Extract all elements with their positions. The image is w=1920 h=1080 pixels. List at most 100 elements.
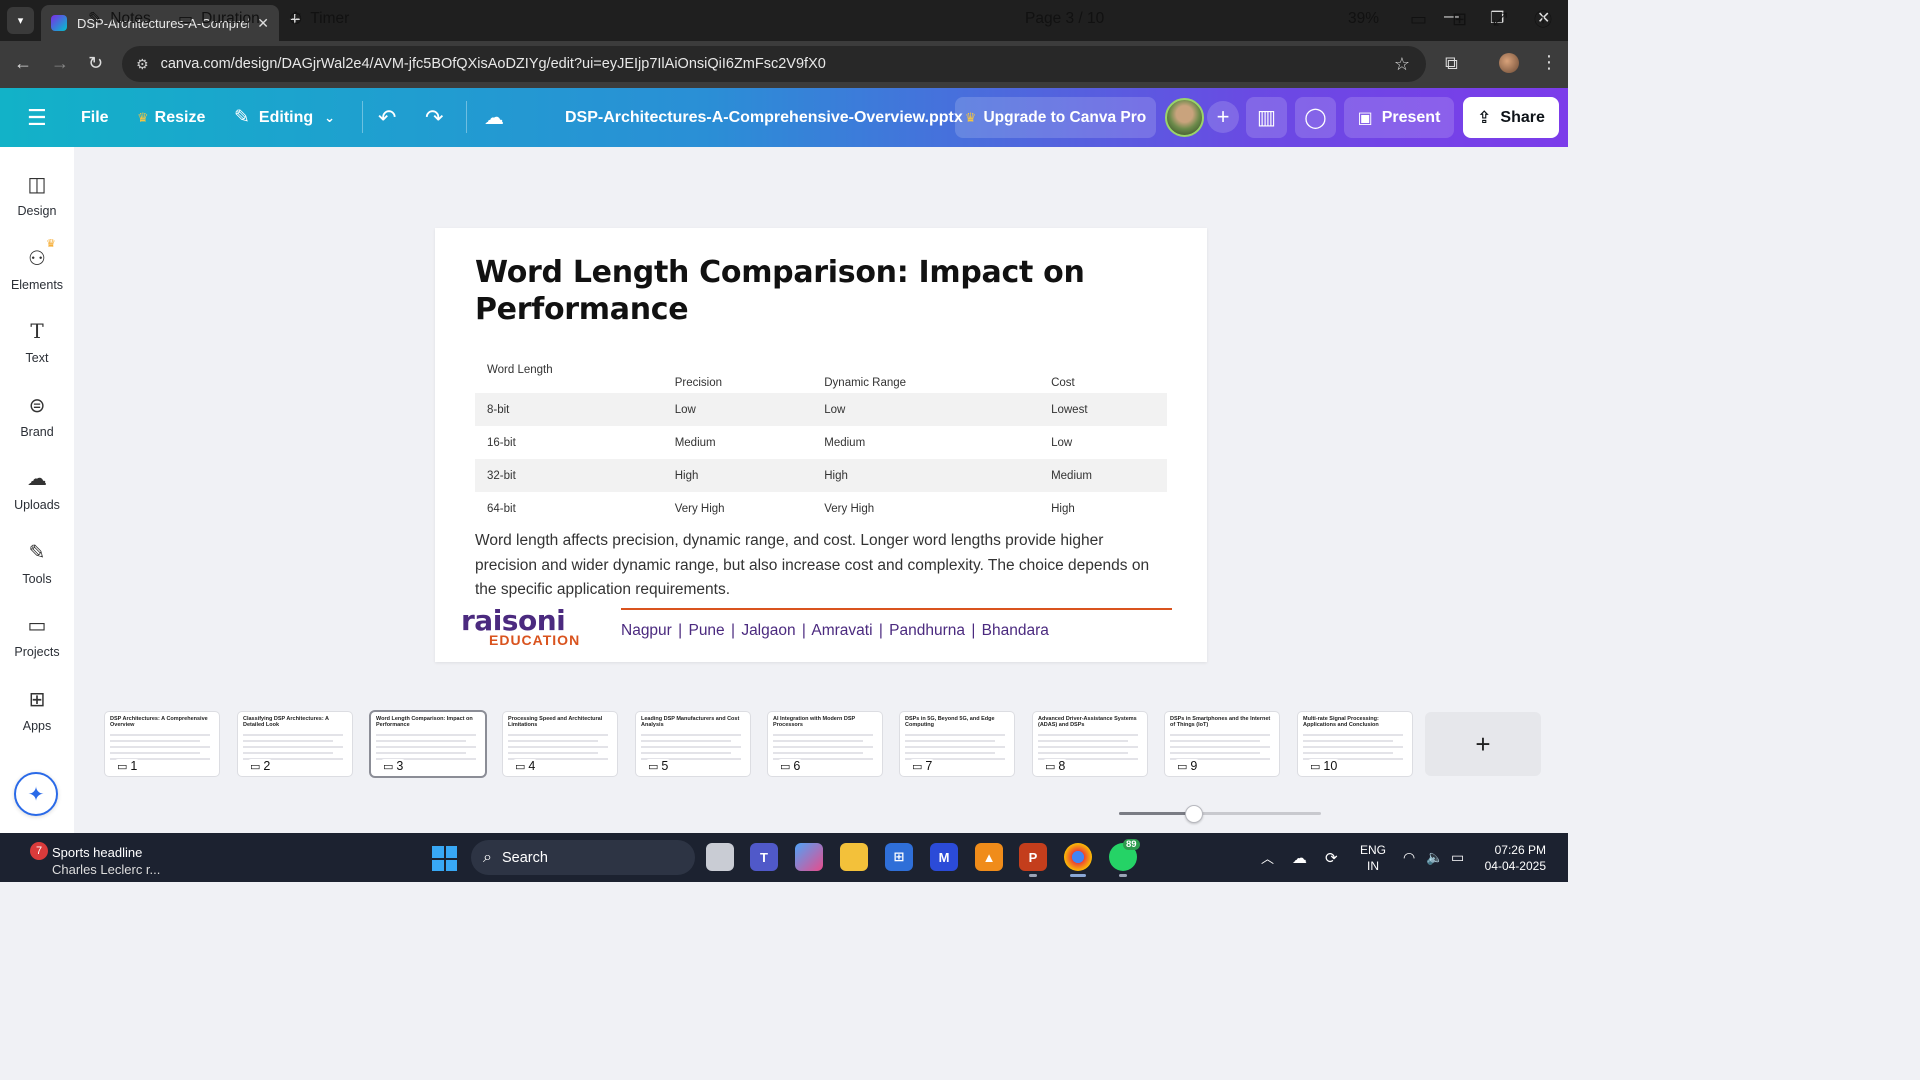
page-thumbnail[interactable]: Multi-rate Signal Processing: Applicatio… — [1298, 712, 1412, 776]
volume-icon[interactable]: 🔈 — [1426, 833, 1443, 882]
collaborator-avatar[interactable] — [1165, 98, 1204, 137]
zoom-slider[interactable] — [1119, 805, 1321, 823]
thumbnail-text-line — [905, 746, 1005, 748]
thumbnail-number-label: 3 — [396, 759, 404, 773]
tab-search-dropdown-icon[interactable]: ▾ — [7, 7, 34, 34]
sidebar-item-text[interactable]: T Text — [0, 318, 74, 378]
site-info-icon[interactable]: ⚙ — [136, 56, 149, 73]
present-button[interactable]: ▣ Present — [1344, 97, 1454, 138]
page-thumbnail[interactable]: DSP Architectures: A Comprehensive Overv… — [105, 712, 219, 776]
grid-view-icon[interactable]: ⊞ — [1452, 0, 1467, 38]
thumbnail-text-line — [508, 740, 598, 742]
task-view-icon[interactable] — [706, 843, 734, 871]
wifi-icon[interactable]: ◠ — [1403, 833, 1415, 882]
insights-chart-icon[interactable]: ▥ — [1246, 97, 1287, 138]
thumbnail-text-line — [905, 734, 1005, 736]
url-bar[interactable]: ⚙ canva.com/design/DAGjrWal2e4/AVM-jfc5B… — [122, 46, 1426, 82]
whatsapp-icon[interactable]: 89 — [1109, 839, 1140, 871]
vlc-icon[interactable]: ▲ — [975, 843, 1003, 871]
page-thumbnail[interactable]: AI Integration with Modern DSP Processor… — [768, 712, 882, 776]
news-subtext: Charles Leclerc r... — [52, 862, 161, 877]
table-cell: 32-bit — [487, 469, 516, 482]
back-icon[interactable]: ← — [14, 53, 32, 74]
clock[interactable]: 07:26 PM 04-04-2025 — [1484, 833, 1546, 882]
main-menu-icon[interactable]: ☰ — [27, 88, 47, 147]
undo-icon[interactable]: ↶ — [378, 88, 396, 147]
language-indicator[interactable]: ENG IN — [1360, 833, 1386, 882]
windows-start-icon[interactable] — [432, 846, 457, 871]
page-thumbnail[interactable]: DSPs in 5G, Beyond 5G, and Edge Computin… — [900, 712, 1014, 776]
timer-button[interactable]: ⏱ Timer — [289, 0, 349, 38]
duration-button[interactable]: ▭ Duration — [178, 0, 260, 38]
forward-icon[interactable]: → — [51, 53, 69, 74]
microsoft-store-icon[interactable]: ⊞ — [885, 843, 913, 871]
sidebar-item-elements[interactable]: ⚇ Elements — [0, 245, 74, 305]
pages-view-icon[interactable]: ▭ — [1410, 0, 1427, 38]
thumbnail-number: ▭ 10 — [1308, 759, 1340, 773]
add-page-button[interactable]: + — [1425, 712, 1541, 776]
page-thumbnail[interactable]: Leading DSP Manufacturers and Cost Analy… — [636, 712, 750, 776]
sync-icon[interactable]: ⟳ — [1325, 833, 1338, 882]
profile-avatar[interactable] — [1499, 53, 1519, 73]
magic-assistant-icon[interactable]: ✦ — [14, 772, 58, 816]
comment-icon[interactable]: ◯ — [1295, 97, 1336, 138]
page-indicator[interactable]: Page 3 / 10 — [1025, 0, 1104, 38]
footer-cities[interactable]: Nagpur | Pune | Jalgaon | Amravati | Pan… — [621, 622, 1049, 640]
reload-icon[interactable]: ↻ — [88, 53, 103, 74]
redo-icon[interactable]: ↷ — [425, 88, 443, 147]
zoom-slider-handle[interactable] — [1185, 805, 1203, 823]
sidebar-item-tools[interactable]: ✎ Tools — [0, 539, 74, 599]
share-button[interactable]: ⇪ Share — [1463, 97, 1559, 138]
bookmark-star-icon[interactable]: ☆ — [1394, 54, 1410, 75]
fullscreen-icon[interactable]: ⤢ — [1493, 0, 1507, 38]
document-title[interactable]: DSP-Architectures-A-Comprehensive-Overvi… — [565, 88, 963, 147]
table-header: Word Length — [487, 364, 553, 376]
sidebar-item-design[interactable]: ◫ Design — [0, 171, 74, 231]
file-explorer-icon[interactable] — [840, 843, 868, 871]
present-label: Present — [1381, 108, 1441, 126]
page-thumbnail[interactable]: Classifying DSP Architectures: A Detaile… — [238, 712, 352, 776]
sidebar-item-uploads[interactable]: ☁ Uploads — [0, 465, 74, 525]
page-thumbnail[interactable]: Advanced Driver-Assistance Systems (ADAS… — [1033, 712, 1147, 776]
extensions-icon[interactable]: ⧉ — [1445, 53, 1458, 74]
slide-canvas[interactable]: Word Length Comparison: Impact on Perfor… — [435, 228, 1207, 662]
taskbar-search[interactable]: ⌕ Search — [471, 840, 695, 875]
slide-title[interactable]: Word Length Comparison: Impact on Perfor… — [475, 254, 1115, 328]
editing-mode-button[interactable]: ✎ Editing ⌄ — [234, 88, 335, 147]
thumbnail-title: DSP Architectures: A Comprehensive Overv… — [110, 716, 208, 728]
tray-overflow-icon[interactable]: ︿ — [1261, 833, 1274, 882]
thumbnail-text-line — [110, 734, 210, 736]
duration-icon: ▭ — [178, 11, 194, 28]
chrome-icon[interactable] — [1064, 843, 1092, 871]
teams-icon[interactable]: T — [750, 843, 778, 871]
help-icon[interactable]: ⓘ — [1534, 0, 1552, 38]
thumbnail-number: ▭ 8 — [1043, 759, 1068, 773]
comparison-table[interactable]: Word Length Precision Dynamic Range Cost… — [475, 360, 1167, 525]
page-thumbnail[interactable]: Word Length Comparison: Impact on Perfor… — [371, 712, 485, 776]
sidebar-item-apps[interactable]: ⊞ Apps — [0, 686, 74, 746]
news-headline: Sports headline — [52, 845, 143, 860]
math-app-icon[interactable]: M — [930, 843, 958, 871]
slide-body-text[interactable]: Word length affects precision, dynamic r… — [475, 529, 1167, 603]
sidebar-item-label: Projects — [14, 645, 60, 659]
notes-button[interactable]: ✎ Notes — [88, 0, 151, 38]
resize-button[interactable]: ♛ Resize — [137, 88, 205, 147]
zoom-percentage[interactable]: 39% — [1348, 0, 1379, 38]
news-widget[interactable]: 7 Sports headline Charles Leclerc r... — [20, 837, 200, 879]
sidebar-item-brand[interactable]: ⊜ Brand — [0, 392, 74, 452]
file-menu[interactable]: File — [81, 88, 109, 147]
upgrade-button[interactable]: ♛ Upgrade to Canva Pro — [955, 97, 1156, 138]
cloud-saved-icon[interactable]: ☁ — [484, 88, 504, 147]
powerpoint-icon[interactable]: P — [1019, 843, 1047, 871]
browser-menu-icon[interactable]: ⋮ — [1540, 52, 1558, 73]
onedrive-icon[interactable]: ☁ — [1292, 833, 1307, 882]
battery-icon[interactable]: ▭ — [1451, 833, 1464, 882]
sidebar-item-projects[interactable]: ▭ Projects — [0, 612, 74, 672]
page-thumbnail[interactable]: DSPs in Smartphones and the Internet of … — [1165, 712, 1279, 776]
copilot-icon[interactable] — [795, 843, 823, 871]
resize-label: Resize — [154, 108, 206, 126]
thumbnail-number: ▭ 3 — [381, 759, 406, 773]
page-thumbnail[interactable]: Processing Speed and Architectural Limit… — [503, 712, 617, 776]
add-collaborator-icon[interactable]: + — [1207, 101, 1239, 133]
thumbnail-text-line — [243, 740, 333, 742]
